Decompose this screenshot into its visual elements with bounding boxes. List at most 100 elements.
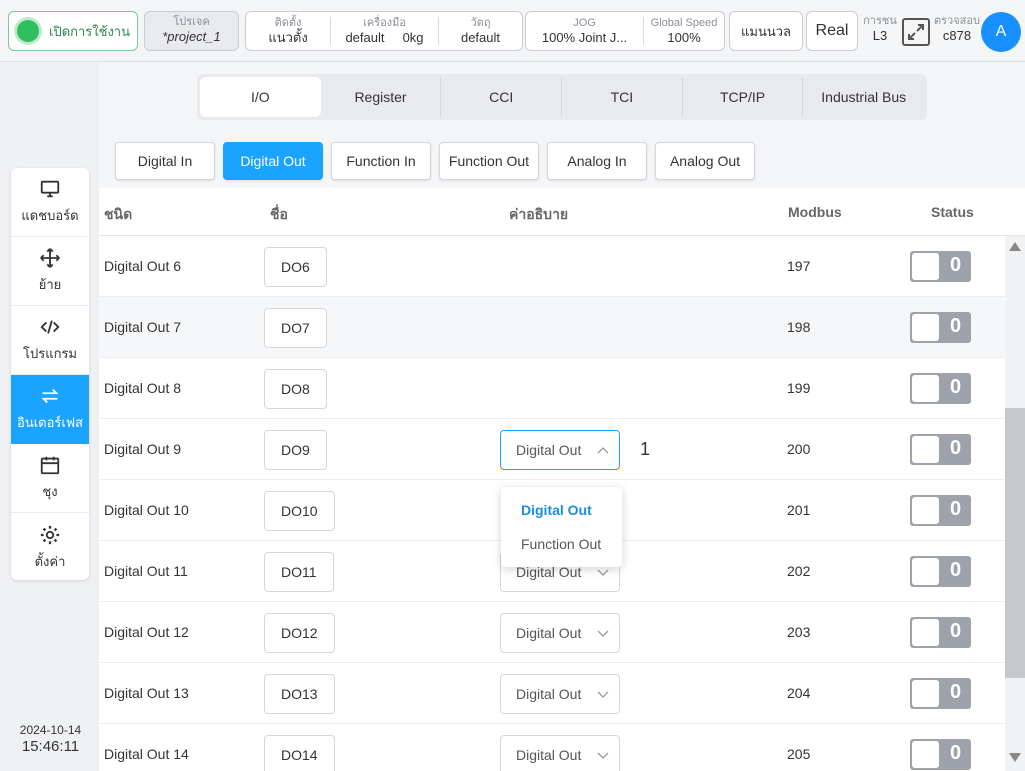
status-toggle[interactable]: 0 [910, 556, 971, 587]
status-toggle[interactable]: 0 [910, 617, 971, 648]
collision-level[interactable]: การชน L3 [861, 15, 899, 44]
status-toggle[interactable]: 0 [910, 251, 971, 282]
row-modbus: 199 [787, 380, 811, 396]
nav-item-dashboard[interactable]: แดชบอร์ด [11, 168, 89, 237]
toggle-knob [912, 436, 939, 463]
row-name-input[interactable]: DO14 [264, 735, 335, 771]
row-modbus: 202 [787, 563, 811, 579]
subtab-digital-out[interactable]: Digital Out [223, 142, 323, 180]
toggle-knob [912, 619, 939, 646]
row-name-input[interactable]: DO10 [264, 491, 335, 531]
nav-label: ย้าย [38, 277, 62, 292]
row-description-select[interactable]: Digital Out [500, 430, 620, 470]
row-modbus: 201 [787, 502, 811, 518]
status-value: 0 [949, 437, 962, 459]
nav-item-settings[interactable]: ตั้งค่า [11, 513, 89, 580]
check-status[interactable]: ตรวจสอบ c878 [932, 15, 982, 44]
manual-mode-button[interactable]: แมนนวล [729, 11, 803, 51]
scroll-down-icon[interactable] [1008, 752, 1022, 764]
row-type: Digital Out 9 [104, 441, 182, 457]
nav-item-program[interactable]: โปรแกรม [11, 306, 89, 375]
row-name-input[interactable]: DO7 [264, 308, 327, 348]
dropdown-option-function-out[interactable]: Function Out [501, 527, 622, 561]
subtab-analog-out[interactable]: Analog Out [655, 142, 755, 180]
status-toggle[interactable]: 0 [910, 373, 971, 404]
install-value: แนวตั้ง [268, 30, 308, 45]
row-name-input[interactable]: DO11 [264, 552, 334, 592]
subtab-analog-in[interactable]: Analog In [547, 142, 647, 180]
row-type: Digital Out 13 [104, 685, 189, 701]
status-toggle[interactable]: 0 [910, 312, 971, 343]
row-name-input[interactable]: DO12 [264, 613, 335, 653]
subtab-digital-in[interactable]: Digital In [115, 142, 215, 180]
table-row: Digital Out 6 DO6 197 0 [99, 236, 1005, 297]
table-row: Digital Out 9 DO9 Digital Out 1 200 0 [99, 419, 1005, 480]
row-description-select[interactable]: Digital Out [500, 674, 620, 714]
header-modbus: Modbus [788, 204, 842, 220]
nav-label: แดชบอร์ด [21, 208, 79, 223]
row-name-input[interactable]: DO8 [264, 369, 327, 409]
toggle-knob [912, 497, 939, 524]
jog-speed-group[interactable]: JOG 100% Joint J... Global Speed 100% [525, 11, 725, 51]
table-row: Digital Out 12 DO12 Digital Out 203 0 [99, 602, 1005, 663]
row-extra-value: 1 [640, 439, 651, 459]
row-modbus: 200 [787, 441, 811, 457]
clock: 2024-10-14 15:46:11 [8, 723, 93, 755]
row-name-input[interactable]: DO9 [264, 430, 327, 470]
tab-register[interactable]: Register [321, 77, 442, 117]
interface-icon [41, 388, 59, 404]
io-subtabs: Digital In Digital Out Function In Funct… [115, 142, 763, 180]
toggle-knob [912, 558, 939, 585]
subtab-function-out[interactable]: Function Out [439, 142, 539, 180]
nav-item-interface[interactable]: อินเตอร์เฟส [11, 375, 89, 444]
move-icon [40, 248, 60, 268]
toggle-knob [912, 375, 939, 402]
interface-tabs: I/O Register CCI TCI TCP/IP Industrial B… [197, 74, 927, 120]
status-toggle[interactable]: 0 [910, 739, 971, 770]
gear-icon [40, 525, 60, 544]
install-tool-object-group[interactable]: ติดตั้ง แนวตั้ง เครื่องมือ default 0kg ว… [245, 11, 523, 51]
status-value: 0 [949, 742, 962, 764]
subtab-function-in[interactable]: Function In [331, 142, 431, 180]
status-toggle[interactable]: 0 [910, 495, 971, 526]
jog-cell[interactable]: JOG 100% Joint J... [526, 17, 644, 45]
io-table: ชนิด ชื่อ ค่าอธิบาย Modbus Status Digita… [99, 188, 1025, 771]
row-modbus: 204 [787, 685, 811, 701]
tool-cell[interactable]: เครื่องมือ default 0kg [331, 17, 439, 45]
project-selector[interactable]: โปรเจค *project_1 [144, 11, 239, 51]
real-mode-button[interactable]: Real [806, 11, 858, 51]
jog-label: JOG [573, 17, 596, 29]
project-label: โปรเจค [173, 16, 210, 28]
row-type: Digital Out 12 [104, 624, 189, 640]
row-name-input[interactable]: DO13 [264, 674, 335, 714]
tab-tcpip[interactable]: TCP/IP [683, 77, 804, 117]
tab-industrial-bus[interactable]: Industrial Bus [803, 77, 924, 117]
status-toggle[interactable]: 0 [910, 678, 971, 709]
current-date: 2024-10-14 [19, 723, 82, 737]
object-value: default [460, 30, 501, 45]
tab-cci[interactable]: CCI [441, 77, 563, 117]
row-description-select[interactable]: Digital Out [500, 613, 620, 653]
row-description-select[interactable]: Digital Out [500, 735, 620, 771]
object-cell[interactable]: วัตถุ default [439, 17, 522, 45]
dropdown-option-digital-out[interactable]: Digital Out [501, 493, 622, 527]
expand-icon[interactable] [901, 17, 931, 47]
nav-item-move[interactable]: ย้าย [11, 237, 89, 306]
scrollbar-thumb[interactable] [1005, 408, 1025, 678]
left-nav: แดชบอร์ด ย้าย โปรแกรม อินเตอร์เฟส ชุง ตั… [11, 168, 89, 580]
row-name-input[interactable]: DO6 [264, 247, 327, 287]
nav-item-calendar[interactable]: ชุง [11, 444, 89, 513]
status-toggle[interactable]: 0 [910, 434, 971, 465]
tab-io[interactable]: I/O [200, 77, 321, 117]
speed-cell[interactable]: Global Speed 100% [644, 17, 724, 45]
status-value: 0 [949, 376, 962, 398]
tool-value: default 0kg [331, 30, 438, 46]
user-avatar[interactable]: A [981, 12, 1021, 52]
install-cell[interactable]: ติดตั้ง แนวตั้ง [246, 17, 331, 45]
status-value: 0 [949, 254, 962, 276]
enable-button[interactable]: เปิดการใช้งาน [8, 11, 138, 51]
tool-weight: 0kg [402, 30, 424, 45]
tab-tci[interactable]: TCI [562, 77, 683, 117]
speed-value: 100% [667, 30, 701, 45]
scroll-up-icon[interactable] [1008, 240, 1022, 252]
